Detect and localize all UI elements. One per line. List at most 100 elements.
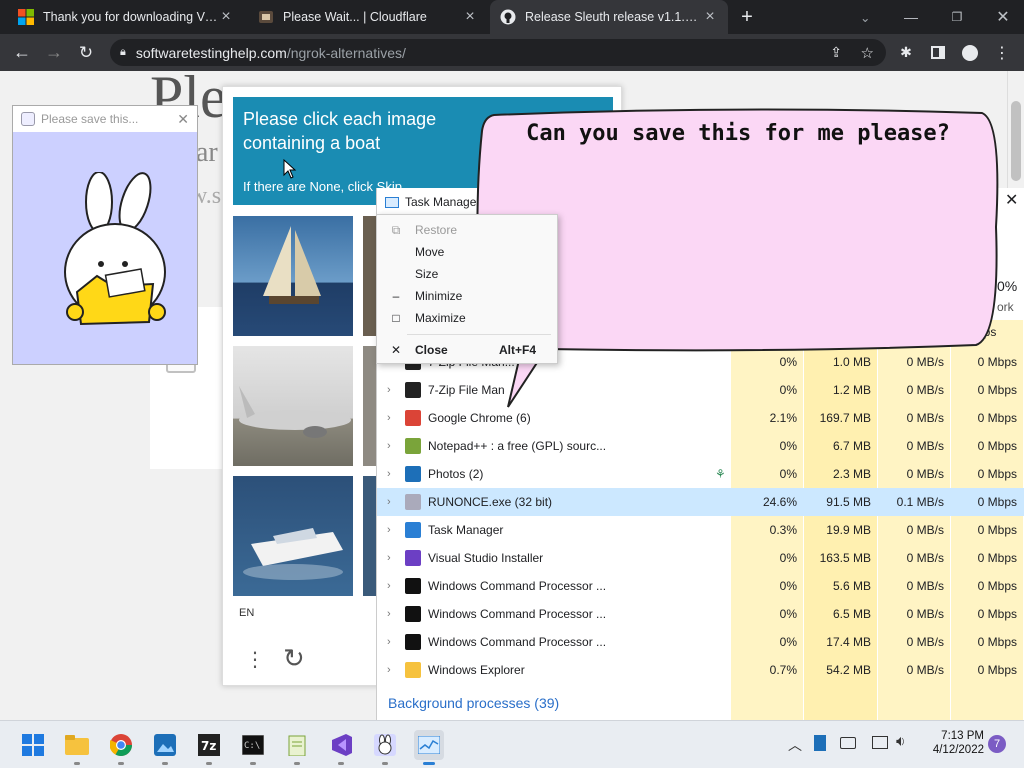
process-name: Photos (2) <box>428 467 484 481</box>
address-bar[interactable]: 🔒︎ softwaretestinghelp.com/ngrok-alterna… <box>110 39 886 66</box>
extensions-puzzle-icon[interactable]: ✱ <box>894 34 918 71</box>
process-name: Windows Explorer <box>428 663 525 677</box>
expand-chevron-icon[interactable]: › <box>387 636 391 648</box>
network-icon[interactable] <box>872 736 888 749</box>
expand-chevron-icon[interactable]: › <box>387 608 391 620</box>
close-icon[interactable]: ✕ <box>177 111 189 128</box>
reload-icon[interactable]: ↻ <box>72 34 100 71</box>
window-close-button[interactable]: ✕ <box>988 0 1018 34</box>
column-header-cpu[interactable]: 0% <box>997 278 1017 294</box>
close-icon: ✕ <box>391 343 402 357</box>
clock[interactable]: 7:13 PM 4/12/2022 <box>920 730 984 756</box>
process-name: Windows Command Processor ... <box>428 579 607 593</box>
runonce-bunny-icon[interactable] <box>370 730 400 765</box>
process-row[interactable]: › Windows Command Processor ... 0% 17.4 MB 0… <box>377 628 1024 656</box>
menu-item-move[interactable]: Move <box>377 241 559 263</box>
process-row[interactable]: › Windows Explorer 0.7% 54.2 MB 0 MB/s 0 Mbps <box>377 656 1024 684</box>
photos-icon[interactable] <box>150 730 180 765</box>
start-button-windows-icon[interactable] <box>18 730 48 760</box>
volume-icon[interactable]: 🔉︎ <box>896 733 905 750</box>
tray-overflow-chevron-icon[interactable]: ︿ <box>788 735 802 755</box>
memory-cell: 2.3 MB <box>832 467 871 481</box>
tab-visual-studio[interactable]: Thank you for downloading Visual Studio … <box>8 0 244 34</box>
tray-app-icon[interactable] <box>814 735 826 751</box>
please-save-titlebar[interactable]: Please save this... ✕ <box>13 106 197 132</box>
expand-chevron-icon[interactable]: › <box>387 552 391 564</box>
notepadpp-icon[interactable] <box>282 730 312 765</box>
captcha-tile-sailboat[interactable] <box>233 216 353 336</box>
lock-icon: 🔒︎ <box>120 46 126 58</box>
window-restore-button[interactable]: ❐ <box>942 0 972 34</box>
cpu-cell: 0% <box>779 635 797 649</box>
chrome-icon[interactable] <box>106 730 136 765</box>
profile-avatar-icon[interactable] <box>958 34 982 71</box>
expand-chevron-icon[interactable]: › <box>387 468 391 480</box>
memory-cell: 163.5 MB <box>819 551 871 565</box>
expand-chevron-icon[interactable]: › <box>387 580 391 592</box>
menu-kebab-icon[interactable]: ⋮ <box>990 34 1014 71</box>
forward-arrow-icon[interactable]: → <box>40 34 68 71</box>
process-row[interactable]: › Visual Studio Installer 0% 163.5 MB 0 MB/s… <box>377 544 1024 572</box>
captcha-tile[interactable] <box>363 476 377 596</box>
tab-close-icon[interactable]: × <box>462 8 478 26</box>
cmd-icon[interactable]: C:\ <box>238 730 268 765</box>
process-row[interactable]: › RUNONCE.exe (32 bit) 24.6% 91.5 MB 0.1 MB/… <box>377 488 1024 516</box>
expand-chevron-icon[interactable]: › <box>387 664 391 676</box>
share-icon[interactable]: ⇪ <box>830 44 842 61</box>
process-row[interactable]: › Windows Command Processor ... 0% 6.5 MB 0 … <box>377 600 1024 628</box>
tab-search-chevron-icon[interactable]: ⌄ <box>850 0 876 34</box>
expand-chevron-icon[interactable]: › <box>387 440 391 452</box>
expand-chevron-icon[interactable]: › <box>387 384 391 396</box>
side-panel-icon[interactable] <box>926 34 950 71</box>
menu-item-size[interactable]: Size <box>377 263 559 285</box>
captcha-instruction: Please click each image containing a boa… <box>243 109 437 153</box>
background-processes-header[interactable]: Background processes (39) <box>388 695 559 711</box>
network-cell: 0 Mbps <box>977 635 1017 649</box>
more-options-icon[interactable]: ⋮ <box>245 647 265 672</box>
process-row[interactable]: › Photos (2) 0% 2.3 MB 0 MB/s 0 Mbps ⚘ <box>377 460 1024 488</box>
file-explorer-icon[interactable] <box>62 730 92 765</box>
back-arrow-icon[interactable]: ← <box>8 34 36 71</box>
refresh-icon[interactable]: ↻ <box>283 643 305 674</box>
scrollbar-thumb[interactable] <box>1011 101 1021 181</box>
language-selector[interactable]: EN <box>239 607 254 619</box>
window-context-menu: ⧉ Restore Move Size – Minimize □ Maximize ✕ Close… <box>376 214 558 364</box>
vs-installer-icon[interactable] <box>326 730 356 765</box>
tab-close-icon[interactable]: × <box>218 8 234 26</box>
menu-item-close[interactable]: ✕ Close Alt+F4 <box>377 339 559 361</box>
svg-text:C:\: C:\ <box>244 741 260 751</box>
chrome-icon <box>405 410 421 426</box>
tab-close-icon[interactable]: × <box>702 8 718 26</box>
cpu-cell: 0% <box>779 439 797 453</box>
process-row[interactable]: › Windows Command Processor ... 0% 5.6 MB 0 … <box>377 572 1024 600</box>
captcha-tile[interactable] <box>363 346 377 466</box>
tab-cloudflare[interactable]: Please Wait... | Cloudflare × <box>248 0 488 34</box>
captcha-tile-motorboat[interactable] <box>233 476 353 596</box>
bookmark-star-icon[interactable]: ☆ <box>861 44 874 62</box>
taskmgr-icon <box>385 196 399 208</box>
new-tab-button[interactable]: + <box>732 0 762 34</box>
keyboard-icon[interactable] <box>840 737 856 749</box>
captcha-tile[interactable] <box>363 216 377 336</box>
menu-item-minimize[interactable]: – Minimize <box>377 285 559 307</box>
menu-item-restore[interactable]: ⧉ Restore <box>377 219 559 241</box>
task-manager-taskbar-icon[interactable] <box>414 730 444 765</box>
captcha-tile-airplane[interactable] <box>233 346 353 466</box>
tab-release-sleuth[interactable]: Release Sleuth release v1.1.3 · Unre × <box>490 0 728 34</box>
menu-item-maximize[interactable]: □ Maximize <box>377 307 559 329</box>
process-row[interactable]: › Notepad++ : a free (GPL) sourc... 0% 6.7 … <box>377 432 1024 460</box>
7zip-icon[interactable]: 7z <box>194 730 224 765</box>
notification-badge[interactable]: 7 <box>988 735 1006 753</box>
process-row[interactable]: › Task Manager 0.3% 19.9 MB 0 MB/s 0 Mbps <box>377 516 1024 544</box>
window-minimize-button[interactable]: — <box>896 0 926 34</box>
expand-chevron-icon[interactable]: › <box>387 412 391 424</box>
menu-item-label: Close <box>415 343 448 357</box>
disk-cell: 0 MB/s <box>906 467 944 481</box>
motorboat-image <box>243 528 343 580</box>
expand-chevron-icon[interactable]: › <box>387 496 391 508</box>
close-icon[interactable]: ✕ <box>1005 190 1018 210</box>
window-title: Task Manage... <box>405 195 487 209</box>
mouse-cursor-icon <box>283 159 297 179</box>
expand-chevron-icon[interactable]: › <box>387 524 391 536</box>
disk-cell: 0 MB/s <box>906 551 944 565</box>
